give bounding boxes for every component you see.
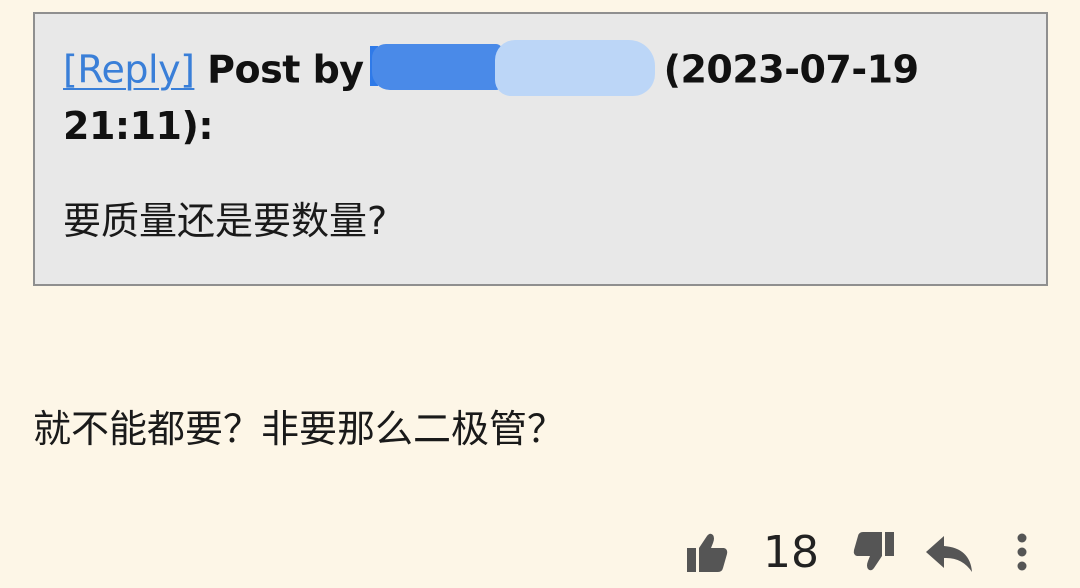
action-bar: 18	[0, 524, 1080, 580]
thumbs-up-icon	[687, 533, 728, 572]
post-by-label: Post by	[207, 47, 364, 92]
dislike-button[interactable]	[848, 524, 898, 580]
quoted-post: [Reply] Post by (2023-07-19 21:11): 要质量还是…	[33, 12, 1048, 286]
reply-arrow-icon	[926, 536, 972, 572]
quote-body: 要质量还是要数量?	[63, 199, 388, 243]
post-body: 就不能都要？非要那么二极管？	[33, 407, 566, 451]
like-count: 18	[763, 526, 819, 578]
more-options-button[interactable]	[1006, 524, 1038, 580]
quote-header: [Reply] Post by (2023-07-19 21:11):	[63, 40, 1024, 150]
redacted-author-name	[369, 38, 660, 98]
like-button[interactable]	[684, 524, 730, 580]
reply-link[interactable]: [Reply]	[63, 48, 195, 92]
thumbs-down-icon	[853, 532, 894, 571]
reply-button[interactable]	[922, 524, 976, 580]
vertical-ellipsis-icon	[1017, 533, 1027, 571]
